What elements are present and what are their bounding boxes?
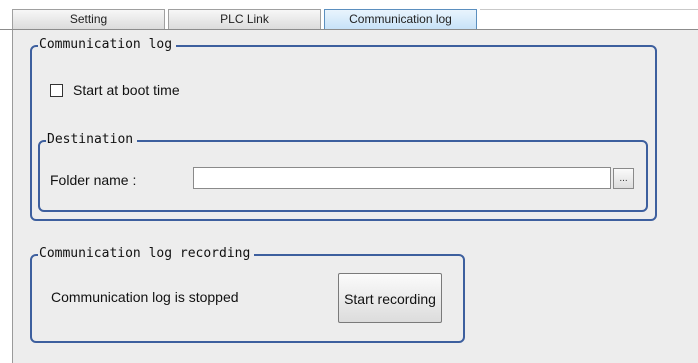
browse-folder-button[interactable]: ...	[613, 168, 634, 189]
tab-bar: Setting PLC Link Communication log	[0, 0, 698, 30]
start-at-boot-option[interactable]: Start at boot time	[50, 80, 180, 100]
start-at-boot-checkbox[interactable]	[50, 83, 63, 97]
tab-plc-link[interactable]: PLC Link	[168, 9, 321, 29]
folder-name-input[interactable]	[193, 167, 611, 189]
start-recording-button[interactable]: Start recording	[338, 273, 442, 323]
folder-name-label: Folder name :	[50, 172, 137, 188]
tab-communication-log[interactable]: Communication log	[324, 9, 477, 29]
destination-group-title: Destination	[46, 132, 138, 148]
recording-status-text: Communication log is stopped	[51, 289, 239, 305]
tab-setting[interactable]: Setting	[12, 9, 165, 29]
left-margin	[0, 0, 12, 363]
communication-log-group-title: Communication log	[38, 37, 177, 53]
start-at-boot-label: Start at boot time	[73, 82, 180, 98]
recording-group-title: Communication log recording	[38, 246, 255, 262]
tab-bar-filler	[480, 9, 698, 29]
